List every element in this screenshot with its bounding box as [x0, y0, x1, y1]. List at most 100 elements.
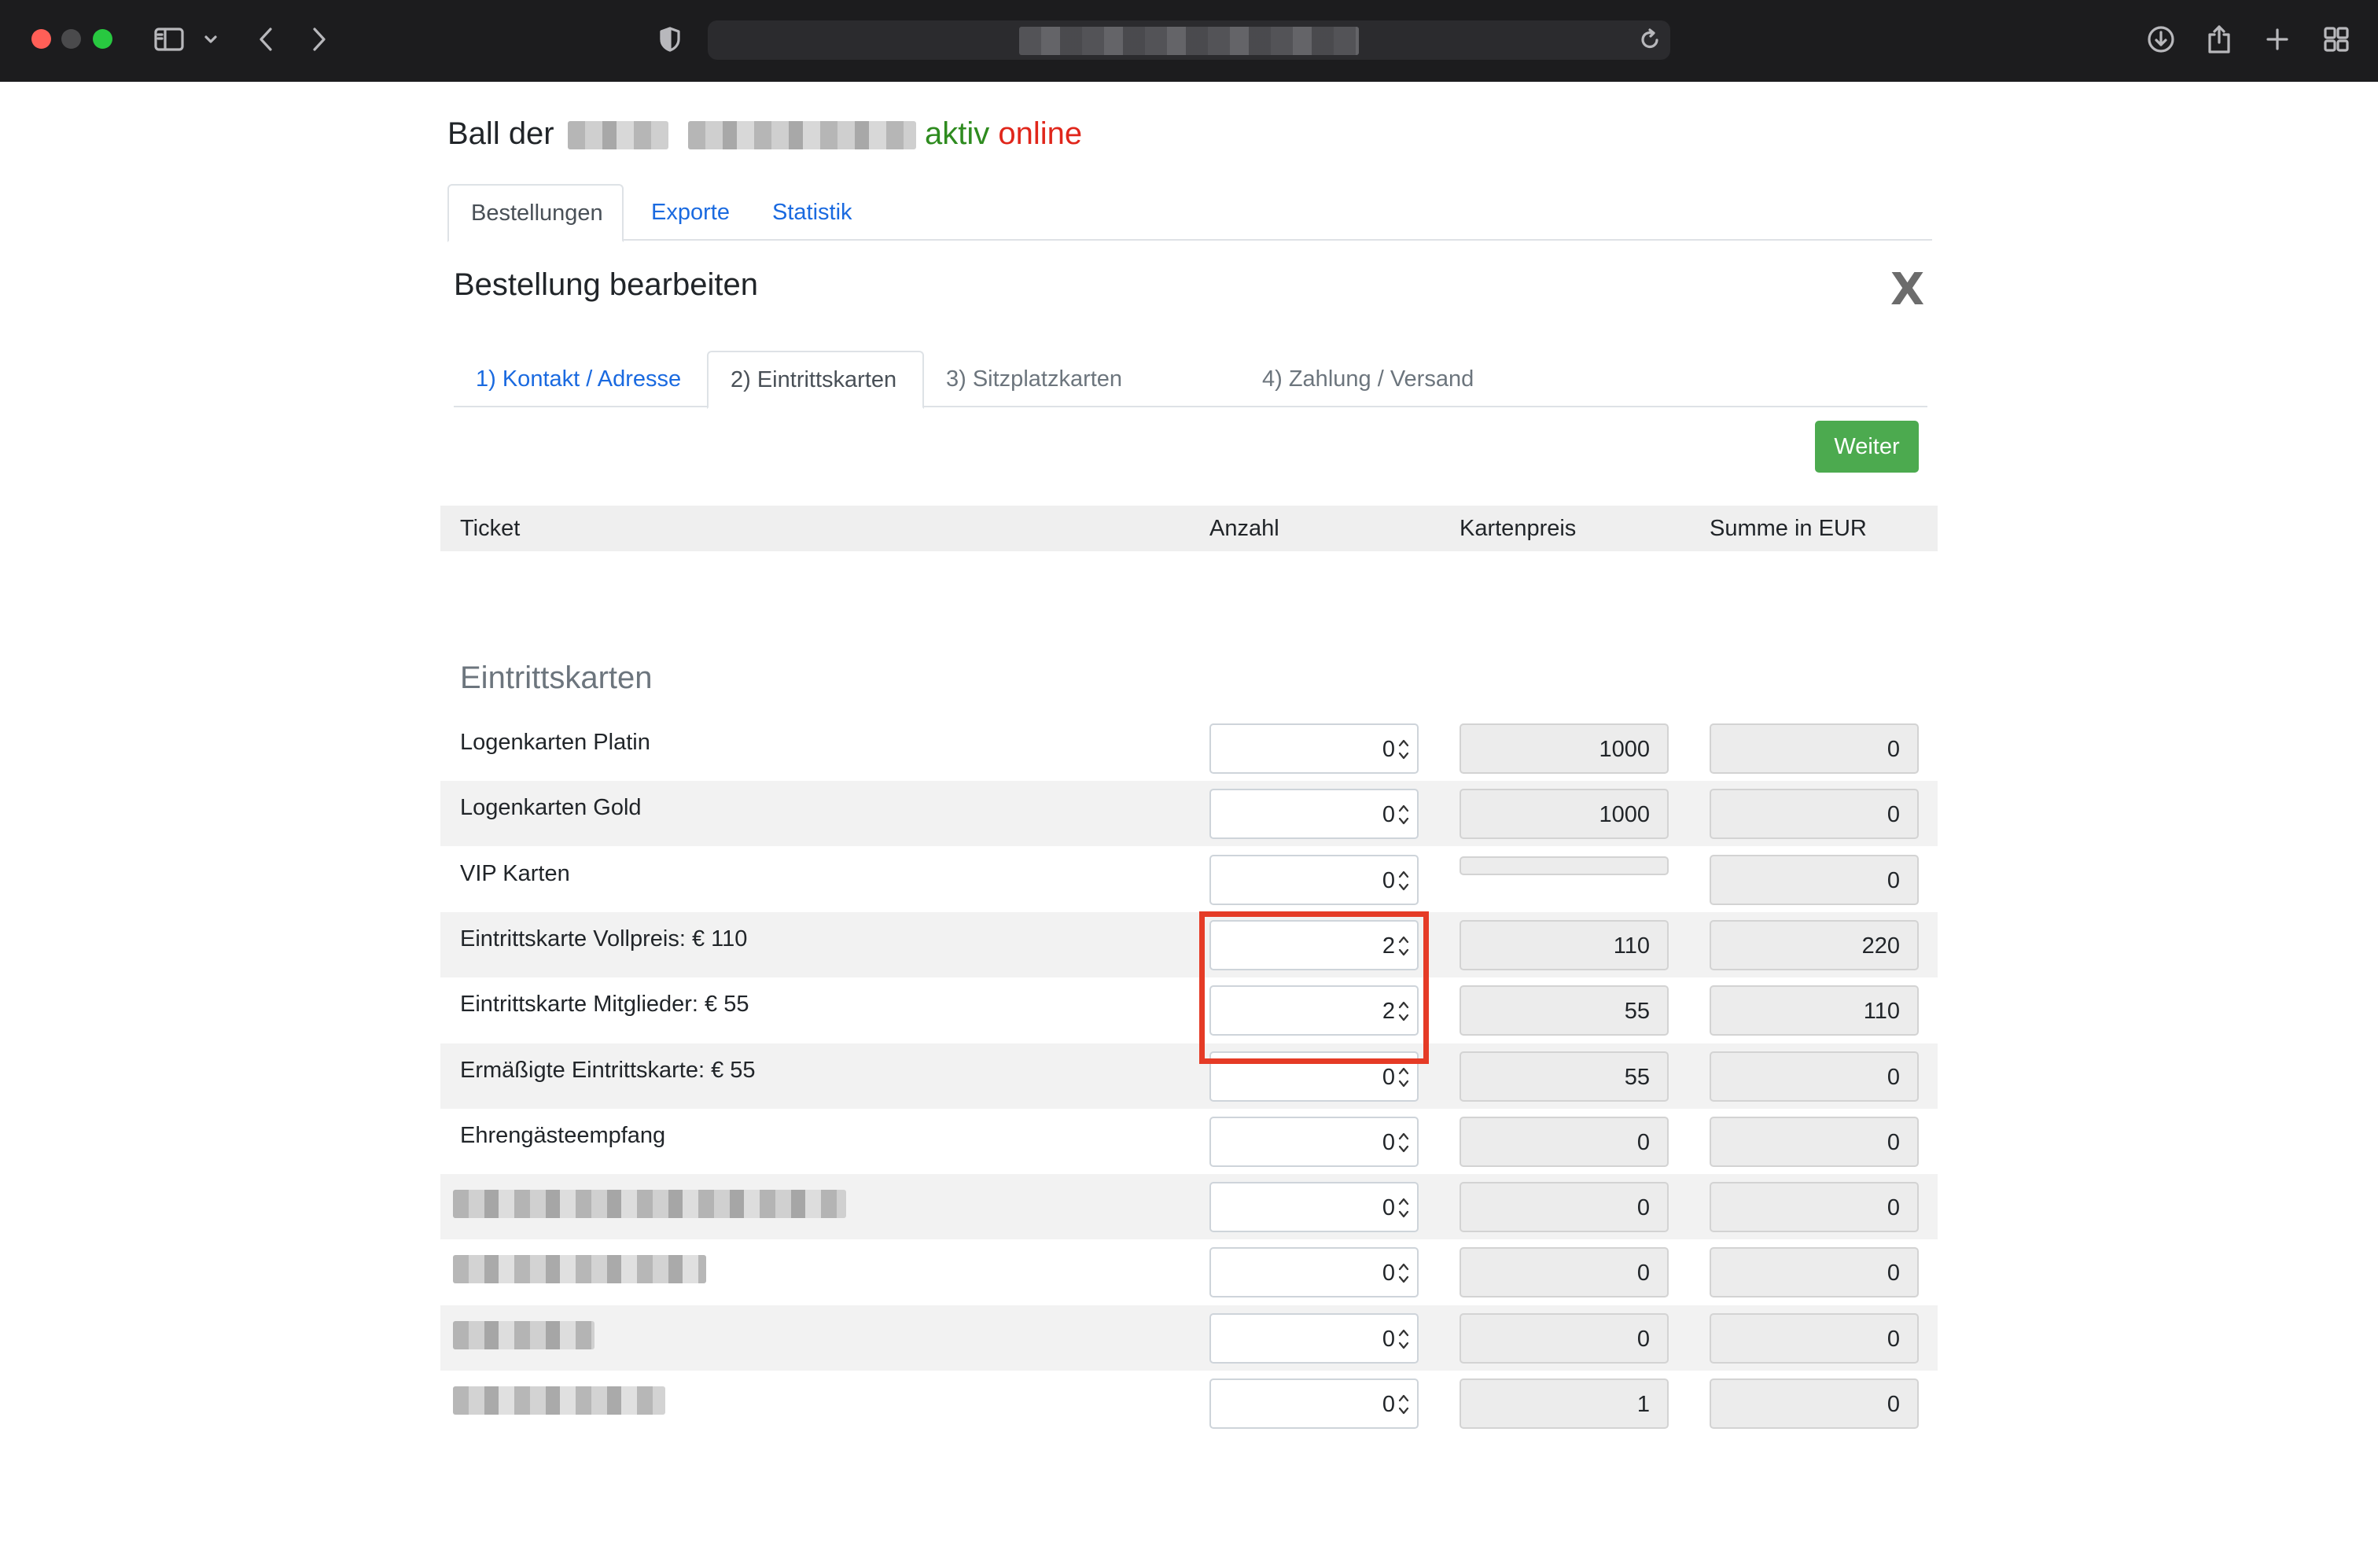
chevron-down-icon[interactable] — [201, 20, 220, 58]
table-row: 0 1 0 — [440, 1371, 1938, 1436]
quantity-stepper[interactable]: 0 — [1209, 1116, 1419, 1167]
quantity-stepper[interactable]: 0 — [1209, 1247, 1419, 1298]
next-section-title-cutoff — [460, 1552, 617, 1568]
quantity-stepper[interactable]: 0 — [1209, 789, 1419, 840]
reload-icon[interactable] — [1636, 20, 1664, 58]
step-tabs: 1) Kontakt / Adresse 2) Eintrittskarten … — [454, 351, 1927, 409]
stepper-arrows-icon[interactable] — [1397, 1260, 1411, 1286]
tab-sitzplatzkarten[interactable]: 3) Sitzplatzkarten — [924, 351, 1144, 407]
close-button[interactable]: X — [1890, 264, 1924, 315]
ticket-label: Eintrittskarte Mitglieder: € 55 — [460, 992, 749, 1018]
stepper-arrows-icon[interactable] — [1397, 801, 1411, 828]
redacted-event-name-2 — [687, 121, 916, 150]
sidebar-icon[interactable] — [153, 20, 186, 58]
ticket-label: Logenkarten Platin — [460, 730, 650, 755]
table-row: VIP Karten 0 0 — [440, 847, 1938, 912]
price-field: 1000 — [1460, 723, 1669, 774]
quantity-stepper[interactable]: 0 — [1209, 723, 1419, 774]
sum-field: 0 — [1710, 1182, 1919, 1233]
sum-value: 0 — [1887, 1129, 1900, 1155]
stepper-arrows-icon[interactable] — [1397, 1064, 1411, 1091]
minimize-window-button[interactable] — [61, 29, 81, 49]
redacted-ticket-label — [453, 1190, 846, 1219]
tab-overview-icon[interactable] — [2320, 20, 2353, 58]
new-tab-icon[interactable] — [2262, 20, 2293, 58]
tab-statistik[interactable]: Statistik — [750, 184, 874, 241]
event-title: Ball der aktiv online — [447, 116, 1082, 152]
price-field: 1 — [1460, 1378, 1669, 1429]
stepper-arrows-icon[interactable] — [1397, 1391, 1411, 1418]
highlight-annotation — [1199, 911, 1429, 1064]
stepper-arrows-icon[interactable] — [1397, 1129, 1411, 1156]
stepper-arrows-icon[interactable] — [1397, 867, 1411, 894]
forward-icon[interactable] — [305, 20, 333, 58]
table-row: 0 0 0 — [440, 1239, 1938, 1305]
price-field: 55 — [1460, 1051, 1669, 1102]
weiter-button[interactable]: Weiter — [1815, 421, 1919, 473]
download-icon[interactable] — [2144, 20, 2178, 58]
sum-field: 0 — [1710, 789, 1919, 840]
main-tabs: Bestellungen Exporte Statistik — [447, 184, 1932, 242]
sum-field: 0 — [1710, 1051, 1919, 1102]
redacted-event-name — [567, 121, 668, 150]
table-row: Ehrengästeempfang 0 0 0 — [440, 1109, 1938, 1174]
price-field — [1460, 856, 1669, 875]
table-row: 0 0 0 — [440, 1305, 1938, 1371]
shield-icon[interactable] — [656, 20, 684, 58]
sum-value: 110 — [1863, 999, 1900, 1025]
quantity-stepper[interactable]: 0 — [1209, 1378, 1419, 1429]
quantity-value: 0 — [1382, 867, 1395, 893]
sum-value: 220 — [1861, 933, 1900, 959]
share-icon[interactable] — [2203, 20, 2235, 58]
tab-bestellungen[interactable]: Bestellungen — [447, 184, 624, 242]
tab-eintrittskarten[interactable]: 2) Eintrittskarten — [707, 351, 924, 409]
price-value: 55 — [1624, 1064, 1650, 1090]
price-value: 1000 — [1599, 737, 1650, 762]
quantity-value: 0 — [1382, 1326, 1395, 1352]
table-row: Eintrittskarte Mitglieder: € 55 2 55 110 — [440, 977, 1938, 1043]
sum-field: 0 — [1710, 1312, 1919, 1364]
price-field: 0 — [1460, 1116, 1669, 1167]
sum-field: 220 — [1710, 919, 1919, 970]
redacted-ticket-label — [453, 1255, 706, 1284]
price-value: 0 — [1636, 1195, 1650, 1221]
price-value: 0 — [1636, 1326, 1650, 1352]
ticket-label: Eintrittskarte Vollpreis: € 110 — [460, 926, 748, 951]
sum-field: 0 — [1710, 854, 1919, 905]
column-kartenpreis: Kartenpreis — [1460, 516, 1577, 541]
quantity-value: 0 — [1382, 802, 1395, 828]
column-ticket: Ticket — [460, 516, 521, 541]
price-field: 1000 — [1460, 789, 1669, 840]
table-row: Ermäßigte Eintrittskarte: € 55 0 55 0 — [440, 1043, 1938, 1109]
close-window-button[interactable] — [31, 29, 51, 49]
quantity-value: 0 — [1382, 1392, 1395, 1417]
table-row: 0 0 0 — [440, 1174, 1938, 1240]
tab-exporte[interactable]: Exporte — [629, 184, 752, 241]
sum-value: 0 — [1887, 737, 1900, 762]
sum-value: 0 — [1887, 1195, 1900, 1221]
ticket-label: Logenkarten Gold — [460, 795, 642, 821]
tab-kontakt-adresse[interactable]: 1) Kontakt / Adresse — [454, 351, 703, 407]
quantity-value: 0 — [1382, 1195, 1395, 1221]
status-aktiv: aktiv — [925, 116, 990, 151]
stepper-arrows-icon[interactable] — [1397, 1326, 1411, 1353]
price-field: 0 — [1460, 1182, 1669, 1233]
url-text — [1019, 27, 1359, 55]
quantity-stepper[interactable]: 0 — [1209, 1312, 1419, 1364]
sum-field: 0 — [1710, 1116, 1919, 1167]
zoom-window-button[interactable] — [93, 29, 112, 49]
price-field: 0 — [1460, 1247, 1669, 1298]
table-header: Ticket Anzahl Kartenpreis Summe in EUR — [440, 506, 1938, 551]
quantity-value: 0 — [1382, 1261, 1395, 1286]
sum-field: 0 — [1710, 1378, 1919, 1429]
quantity-stepper[interactable]: 0 — [1209, 1182, 1419, 1233]
back-icon[interactable] — [252, 20, 280, 58]
table-row: Logenkarten Platin 0 1000 0 — [440, 716, 1938, 781]
stepper-arrows-icon[interactable] — [1397, 736, 1411, 763]
tab-zahlung-versand[interactable]: 4) Zahlung / Versand — [1240, 351, 1496, 407]
sum-field: 0 — [1710, 1247, 1919, 1298]
modal-title: Bestellung bearbeiten — [454, 267, 758, 302]
price-value: 110 — [1613, 933, 1650, 959]
stepper-arrows-icon[interactable] — [1397, 1194, 1411, 1221]
quantity-stepper[interactable]: 0 — [1209, 854, 1419, 905]
